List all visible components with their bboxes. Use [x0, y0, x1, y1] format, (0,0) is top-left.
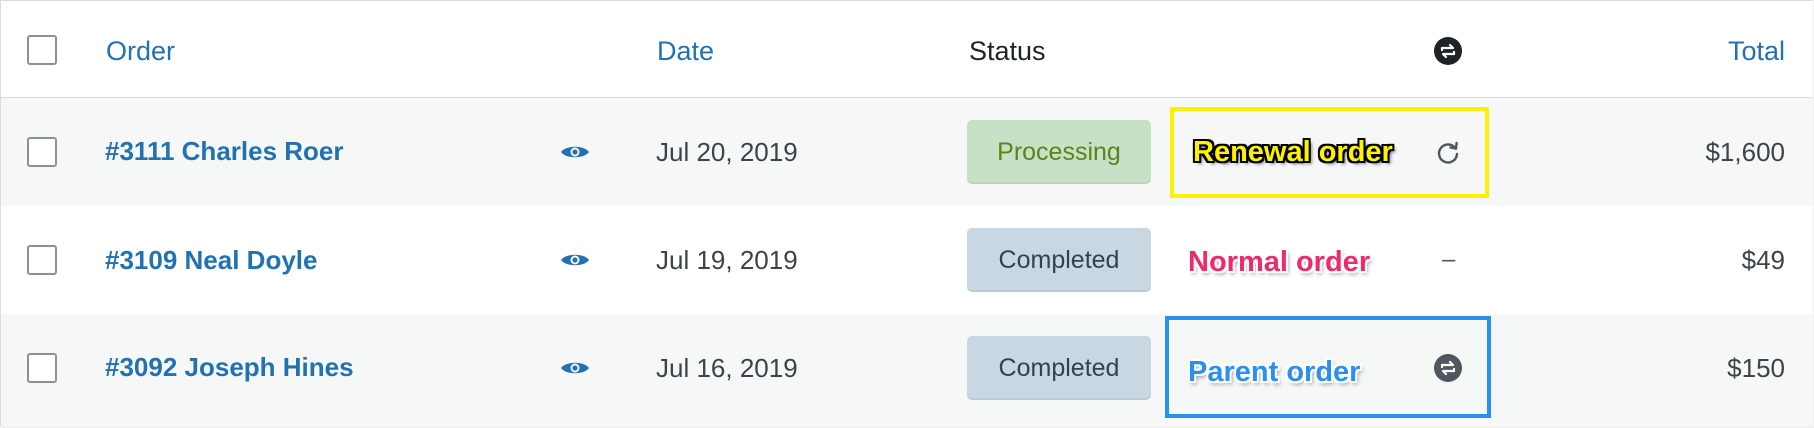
preview-eye-icon[interactable] — [560, 359, 590, 377]
renewal-icon — [1437, 141, 1459, 164]
renewal-order-annotation: Renewal order — [1193, 136, 1393, 168]
status-badge: Completed — [967, 336, 1151, 400]
row-checkbox[interactable] — [27, 353, 57, 383]
subscription-relationship-icon — [1434, 37, 1462, 65]
status-badge: Completed — [967, 228, 1151, 292]
order-link[interactable]: #3092 Joseph Hines — [105, 351, 354, 383]
preview-eye-icon[interactable] — [560, 143, 590, 161]
table-header: Order Date Status Total — [1, 1, 1813, 98]
order-total: $150 — [1727, 353, 1785, 383]
no-relationship-dash: – — [1442, 246, 1456, 273]
order-link[interactable]: #3109 Neal Doyle — [105, 244, 317, 276]
table-row: #3092 Joseph Hines Jul 16, 2019 Complete… — [1, 314, 1813, 426]
row-checkbox[interactable] — [27, 245, 57, 275]
order-date: Jul 20, 2019 — [656, 137, 798, 167]
parent-subscription-icon — [1434, 354, 1462, 382]
order-date: Jul 16, 2019 — [656, 353, 798, 383]
preview-eye-icon[interactable] — [560, 251, 590, 269]
order-link[interactable]: #3111 Charles Roer — [105, 135, 344, 167]
table-row: #3111 Charles Roer Jul 20, 2019 Processi… — [1, 98, 1813, 206]
row-checkbox[interactable] — [27, 137, 57, 167]
orders-table: Order Date Status Total #3111 Charles Ro… — [0, 0, 1813, 426]
select-all-checkbox[interactable] — [27, 35, 57, 65]
parent-order-annotation: Parent order — [1188, 356, 1361, 388]
table-row: #3109 Neal Doyle Jul 19, 2019 Completed … — [1, 206, 1813, 314]
status-column-header: Status — [969, 36, 1046, 66]
order-column-header[interactable]: Order — [106, 35, 175, 67]
order-total: $49 — [1741, 245, 1785, 275]
date-column-header[interactable]: Date — [657, 35, 714, 67]
order-date: Jul 19, 2019 — [656, 245, 798, 275]
normal-order-annotation: Normal order — [1188, 246, 1371, 278]
total-column-header[interactable]: Total — [1728, 35, 1785, 67]
status-badge: Processing — [967, 120, 1151, 184]
order-total: $1,600 — [1705, 137, 1785, 167]
